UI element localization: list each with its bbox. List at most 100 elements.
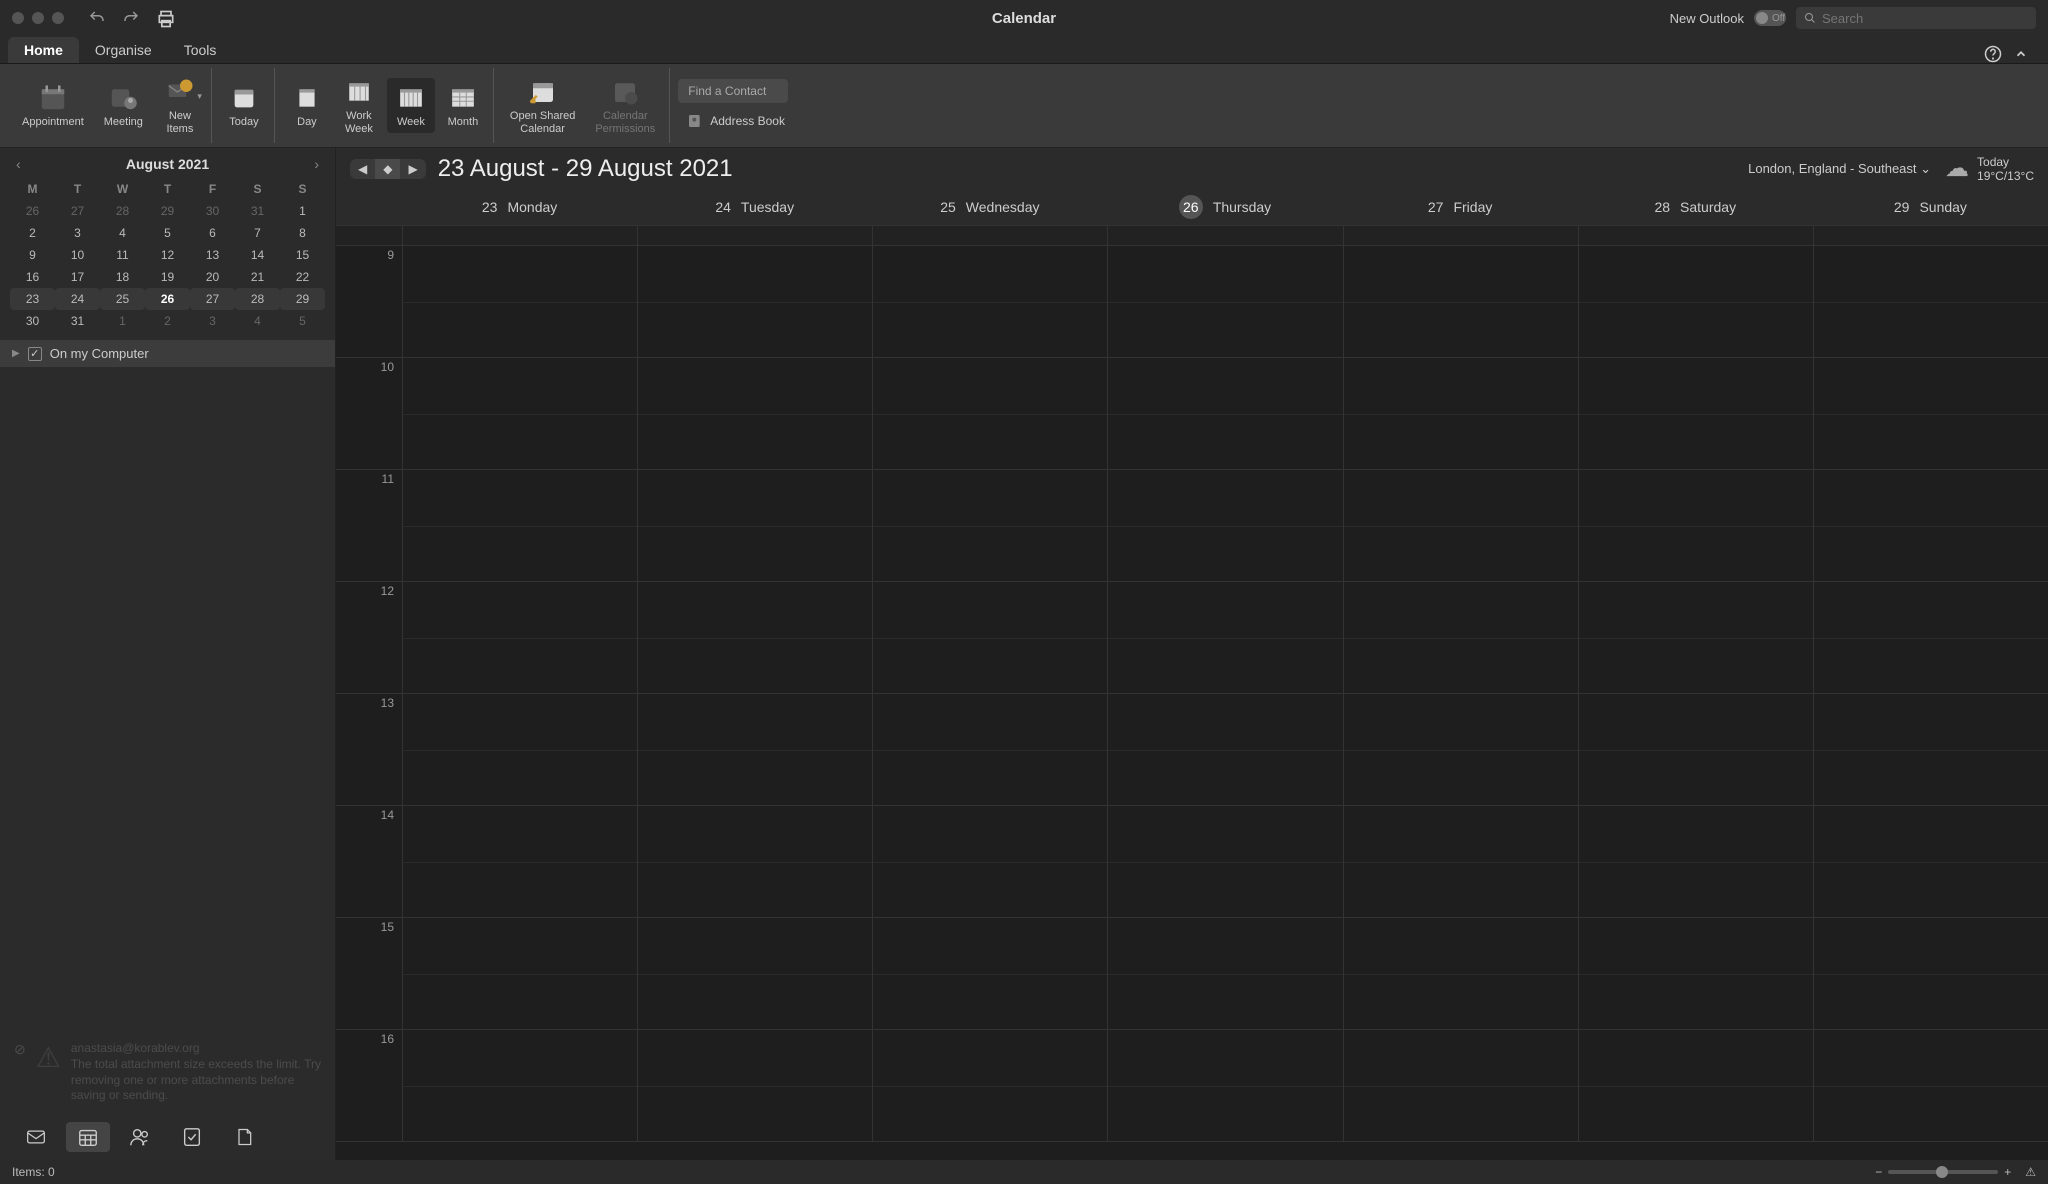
mini-calendar-day[interactable]: 7 bbox=[235, 222, 280, 244]
time-slot[interactable] bbox=[872, 246, 1107, 357]
appointment-button[interactable]: Appointment bbox=[14, 78, 92, 132]
time-grid[interactable]: 910111213141516 bbox=[336, 246, 2048, 1160]
time-slot[interactable] bbox=[1578, 1030, 1813, 1141]
mini-calendar-day[interactable]: 19 bbox=[145, 266, 190, 288]
mini-calendar-day[interactable]: 30 bbox=[10, 310, 55, 332]
time-slot[interactable] bbox=[1107, 806, 1342, 917]
mail-rail-button[interactable] bbox=[14, 1122, 58, 1152]
time-slot[interactable] bbox=[402, 806, 637, 917]
day-view-button[interactable]: Day bbox=[283, 78, 331, 132]
mini-calendar-day[interactable]: 9 bbox=[10, 244, 55, 266]
mini-calendar-day[interactable]: 11 bbox=[100, 244, 145, 266]
mini-calendar-day[interactable]: 1 bbox=[100, 310, 145, 332]
day-header[interactable]: 23Monday bbox=[402, 189, 637, 225]
time-slot[interactable] bbox=[1578, 806, 1813, 917]
mini-calendar-day[interactable]: 5 bbox=[280, 310, 325, 332]
zoom-window-icon[interactable] bbox=[52, 12, 64, 24]
mini-calendar-day[interactable]: 14 bbox=[235, 244, 280, 266]
tab-home[interactable]: Home bbox=[8, 37, 79, 63]
mini-calendar-day[interactable]: 26 bbox=[145, 288, 190, 310]
minimize-window-icon[interactable] bbox=[32, 12, 44, 24]
time-slot[interactable] bbox=[872, 694, 1107, 805]
time-slot[interactable] bbox=[1578, 246, 1813, 357]
mini-calendar-day[interactable]: 26 bbox=[10, 200, 55, 222]
calendar-rail-button[interactable] bbox=[66, 1122, 110, 1152]
time-slot[interactable] bbox=[1813, 358, 2048, 469]
time-slot[interactable] bbox=[637, 358, 872, 469]
mini-calendar-day[interactable]: 27 bbox=[190, 288, 235, 310]
tasks-rail-button[interactable] bbox=[170, 1122, 214, 1152]
zoom-out-icon[interactable]: − bbox=[1875, 1165, 1882, 1179]
prev-week-button[interactable]: ◀ bbox=[350, 159, 375, 179]
mini-calendar-day[interactable]: 24 bbox=[55, 288, 100, 310]
day-header[interactable]: 27Friday bbox=[1343, 189, 1578, 225]
expand-icon[interactable]: ▶ bbox=[12, 348, 20, 359]
mini-calendar-day[interactable]: 28 bbox=[235, 288, 280, 310]
time-slot[interactable] bbox=[1813, 582, 2048, 693]
mini-calendar-day[interactable]: 22 bbox=[280, 266, 325, 288]
time-slot[interactable] bbox=[1813, 918, 2048, 1029]
time-slot[interactable] bbox=[1578, 694, 1813, 805]
mini-calendar-day[interactable]: 6 bbox=[190, 222, 235, 244]
time-slot[interactable] bbox=[1107, 1030, 1342, 1141]
collapse-ribbon-icon[interactable] bbox=[2014, 47, 2028, 61]
time-slot[interactable] bbox=[402, 358, 637, 469]
time-slot[interactable] bbox=[1578, 470, 1813, 581]
close-window-icon[interactable] bbox=[12, 12, 24, 24]
time-slot[interactable] bbox=[1813, 694, 2048, 805]
time-slot[interactable] bbox=[402, 1030, 637, 1141]
mini-calendar-day[interactable]: 15 bbox=[280, 244, 325, 266]
time-slot[interactable] bbox=[1343, 1030, 1578, 1141]
open-shared-calendar-button[interactable]: Open Shared Calendar bbox=[502, 72, 583, 138]
notes-rail-button[interactable] bbox=[222, 1122, 266, 1152]
mini-calendar-day[interactable]: 4 bbox=[235, 310, 280, 332]
time-slot[interactable] bbox=[872, 358, 1107, 469]
time-slot[interactable] bbox=[402, 246, 637, 357]
time-slot[interactable] bbox=[402, 694, 637, 805]
mini-calendar-day[interactable]: 3 bbox=[55, 222, 100, 244]
time-slot[interactable] bbox=[872, 470, 1107, 581]
search-input[interactable] bbox=[1822, 11, 2028, 26]
time-slot[interactable] bbox=[1813, 470, 2048, 581]
redo-icon[interactable] bbox=[122, 9, 140, 27]
mini-calendar-day[interactable]: 1 bbox=[280, 200, 325, 222]
time-slot[interactable] bbox=[872, 806, 1107, 917]
zoom-control[interactable]: − + bbox=[1875, 1165, 2011, 1179]
time-slot[interactable] bbox=[872, 918, 1107, 1029]
sync-warning-icon[interactable]: ⚠ bbox=[2025, 1165, 2036, 1179]
week-view-button[interactable]: Week bbox=[387, 78, 435, 132]
undo-icon[interactable] bbox=[88, 9, 106, 27]
today-button[interactable]: Today bbox=[220, 78, 268, 132]
time-slot[interactable] bbox=[637, 246, 872, 357]
mini-calendar-day[interactable]: 25 bbox=[100, 288, 145, 310]
time-slot[interactable] bbox=[1107, 470, 1342, 581]
mini-calendar-day[interactable]: 2 bbox=[10, 222, 55, 244]
mini-calendar-day[interactable]: 12 bbox=[145, 244, 190, 266]
next-week-button[interactable]: ▶ bbox=[400, 159, 425, 179]
time-slot[interactable] bbox=[1343, 470, 1578, 581]
time-slot[interactable] bbox=[1813, 246, 2048, 357]
time-slot[interactable] bbox=[1813, 806, 2048, 917]
time-slot[interactable] bbox=[637, 1030, 872, 1141]
mini-calendar-day[interactable]: 27 bbox=[55, 200, 100, 222]
time-slot[interactable] bbox=[637, 918, 872, 1029]
people-rail-button[interactable] bbox=[118, 1122, 162, 1152]
day-header[interactable]: 28Saturday bbox=[1578, 189, 1813, 225]
mini-calendar-day[interactable]: 28 bbox=[100, 200, 145, 222]
prev-month-button[interactable]: ‹ bbox=[10, 154, 27, 174]
weather-location[interactable]: London, England - Southeast ⌄ bbox=[1748, 161, 1931, 177]
mini-calendar-day[interactable]: 2 bbox=[145, 310, 190, 332]
mini-calendar-day[interactable]: 18 bbox=[100, 266, 145, 288]
new-outlook-toggle[interactable]: Off bbox=[1754, 10, 1786, 26]
time-slot[interactable] bbox=[1578, 918, 1813, 1029]
day-header[interactable]: 24Tuesday bbox=[637, 189, 872, 225]
mini-calendar-day[interactable]: 17 bbox=[55, 266, 100, 288]
new-items-button[interactable]: ▾ New Items bbox=[155, 72, 205, 138]
time-slot[interactable] bbox=[1107, 918, 1342, 1029]
time-slot[interactable] bbox=[1343, 246, 1578, 357]
time-slot[interactable] bbox=[637, 694, 872, 805]
mini-calendar-day[interactable]: 4 bbox=[100, 222, 145, 244]
mini-calendar-day[interactable]: 10 bbox=[55, 244, 100, 266]
print-icon[interactable] bbox=[156, 9, 174, 27]
find-contact-input[interactable]: Find a Contact bbox=[678, 79, 788, 103]
